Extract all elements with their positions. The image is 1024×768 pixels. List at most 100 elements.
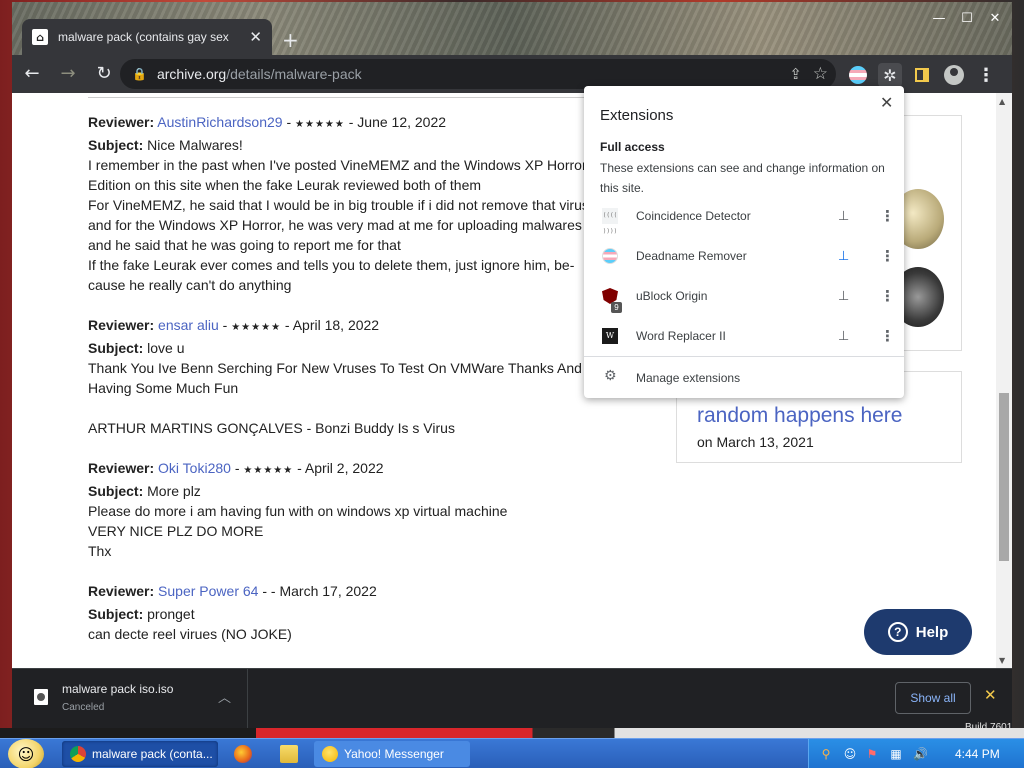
review-body-line: and he said that he was going to report … xyxy=(88,237,401,253)
reviewer-link[interactable]: AustinRichardson29 xyxy=(157,114,282,130)
reviews-container: Reviewer: AustinRichardson29 - ★★★★★ - J… xyxy=(88,112,628,668)
new-tab-button[interactable]: + xyxy=(282,28,299,52)
review-subject: More plz xyxy=(147,483,201,499)
download-item[interactable]: malware pack iso.iso Canceled ︿ xyxy=(12,669,248,728)
chevron-up-icon[interactable]: ︿ xyxy=(218,687,231,706)
close-downloads-bar-icon[interactable]: ✕ xyxy=(984,686,997,704)
more-options-icon[interactable]: ⋮ xyxy=(880,247,895,265)
review-body-line: For VineMEMZ, he said that I would be in… xyxy=(88,197,589,213)
address-bar[interactable]: 🔒 archive.org /details/malware-pack ⇪ ☆ xyxy=(120,59,836,89)
ublock-badge: 9 xyxy=(611,302,622,313)
review-separator: - xyxy=(230,460,244,476)
reviews-divider xyxy=(88,97,588,98)
extension-item-coincidence-detector[interactable]: (((( )))) Coincidence Detector ⊥ ⋮ xyxy=(584,196,904,236)
review-body-line: can decte reel virues (NO JOKE) xyxy=(88,626,292,642)
manage-extensions-label: Manage extensions xyxy=(636,371,741,385)
gear-icon: ⚙ xyxy=(604,368,617,384)
extension-item-ublock-origin[interactable]: 9 uBlock Origin ⊥ ⋮ xyxy=(584,276,904,316)
review-separator: - xyxy=(258,583,271,599)
reviewer-link[interactable]: Oki Toki280 xyxy=(158,460,231,476)
tab-close-icon[interactable]: ✕ xyxy=(249,28,262,46)
lock-icon[interactable]: 🔒 xyxy=(132,67,147,81)
related-item-link[interactable]: random happens here xyxy=(697,404,902,428)
pin-icon[interactable]: ⊥ xyxy=(838,289,849,304)
review-subject-line: Subject: Nice Malwares! xyxy=(88,135,628,155)
url-host: archive.org xyxy=(156,66,227,82)
scroll-up-icon[interactable]: ▲ xyxy=(999,97,1005,106)
reload-icon[interactable]: ↻ xyxy=(88,58,120,90)
taskbar-item-yahoo-messenger[interactable]: Yahoo! Messenger xyxy=(314,741,470,767)
flag-icon[interactable]: ⚑ xyxy=(865,747,879,761)
tab-active[interactable]: ⌂ malware pack (contains gay sex ✕ xyxy=(22,19,272,55)
menu-icon[interactable]: ⋮ xyxy=(974,63,998,87)
review-header: Reviewer: AustinRichardson29 - ★★★★★ - J… xyxy=(88,112,628,135)
search-icon[interactable]: ⚲ xyxy=(819,747,833,761)
review-date: - June 12, 2022 xyxy=(344,114,447,130)
system-tray: ⚲ ☺ ⚑ ▦ 🔊 4:44 PM xyxy=(808,739,1024,768)
pin-icon[interactable]: ⊥ xyxy=(838,329,849,344)
deadname-remover-toolbar-icon[interactable] xyxy=(846,63,870,87)
extension-name: Deadname Remover xyxy=(636,249,747,263)
extension-puzzle-icon[interactable]: ✲ xyxy=(878,63,902,87)
more-options-icon[interactable]: ⋮ xyxy=(880,287,895,305)
side-panel-glyph xyxy=(915,68,929,82)
messenger-tray-icon[interactable]: ☺ xyxy=(843,747,857,761)
review-body-line: cause he really can't do anything xyxy=(88,277,292,293)
review-date: - March 17, 2022 xyxy=(270,583,377,599)
pin-icon[interactable]: ⊥ xyxy=(838,209,849,224)
review-body-line: VERY NICE PLZ DO MORE xyxy=(88,523,264,539)
more-options-icon[interactable]: ⋮ xyxy=(880,327,895,345)
subject-label: Subject: xyxy=(88,606,144,622)
forward-icon[interactable]: → xyxy=(52,58,84,90)
clock[interactable]: 4:44 PM xyxy=(955,747,1000,761)
review-subject-line: Subject: love u xyxy=(88,338,628,358)
scroll-down-icon[interactable]: ▼ xyxy=(999,656,1005,665)
url-path: /details/malware-pack xyxy=(226,66,362,82)
extension-item-deadname-remover[interactable]: Deadname Remover ⊥ ⋮ xyxy=(584,236,904,276)
review-body-line: Please do more i am having fun with on w… xyxy=(88,503,508,519)
volume-icon[interactable]: 🔊 xyxy=(913,747,928,761)
review-body-line: I remember in the past when I've posted … xyxy=(88,157,587,173)
scrollbar-thumb[interactable] xyxy=(999,393,1009,561)
close-icon[interactable]: ✕ xyxy=(880,93,893,112)
reviewer-link[interactable]: ensar aliu xyxy=(158,317,219,333)
tab-title: malware pack (contains gay sex xyxy=(58,30,229,44)
back-icon[interactable]: ← xyxy=(16,58,48,90)
side-panel-icon[interactable] xyxy=(910,63,934,87)
start-button[interactable]: ☺ xyxy=(8,739,44,768)
review-stars: ★★★★★ xyxy=(243,465,294,476)
manage-extensions-button[interactable]: ⚙ Manage extensions xyxy=(584,359,904,397)
archive-favicon-icon: ⌂ xyxy=(32,29,48,45)
star-icon[interactable]: ☆ xyxy=(813,64,828,84)
network-icon[interactable]: ▦ xyxy=(889,747,903,761)
extension-name: uBlock Origin xyxy=(636,289,708,303)
share-icon[interactable]: ⇪ xyxy=(789,65,802,83)
firefox-icon[interactable] xyxy=(234,745,252,763)
extension-item-word-replacer[interactable]: W Word Replacer II ⊥ ⋮ xyxy=(584,316,904,356)
review-header: Reviewer: Oki Toki280 - ★★★★★ - April 2,… xyxy=(88,458,628,481)
chrome-icon xyxy=(70,746,86,762)
minimize-button[interactable]: — xyxy=(926,10,952,28)
close-window-button[interactable]: ✕ xyxy=(982,10,1008,28)
review-subject: Nice Malwares! xyxy=(147,137,243,153)
review-subject-line: Subject: pronget xyxy=(88,604,628,624)
folder-icon[interactable] xyxy=(280,745,298,763)
reviewer-link[interactable]: Super Power 64 xyxy=(158,583,258,599)
page-scrollbar[interactable]: ▲ ▼ xyxy=(996,93,1012,668)
browser-titlebar[interactable]: ⌂ malware pack (contains gay sex ✕ + — ☐… xyxy=(12,2,1012,58)
trans-flag-icon xyxy=(849,66,867,84)
pinned-icon[interactable]: ⊥ xyxy=(838,249,849,264)
help-button-label: Help xyxy=(915,623,949,641)
download-status: Canceled xyxy=(62,702,105,713)
help-button[interactable]: ? Help xyxy=(864,609,972,655)
more-options-icon[interactable]: ⋮ xyxy=(880,207,895,225)
subject-label: Subject: xyxy=(88,137,144,153)
reviewer-label: Reviewer: xyxy=(88,317,155,333)
taskbar-item-chrome[interactable]: malware pack (conta... xyxy=(62,741,218,767)
show-all-button[interactable]: Show all xyxy=(895,682,971,714)
maximize-button[interactable]: ☐ xyxy=(954,10,980,28)
review-date: - April 2, 2022 xyxy=(293,460,384,476)
extension-name: Word Replacer II xyxy=(636,329,726,343)
review-stars: ★★★★★ xyxy=(231,322,282,333)
profile-icon[interactable] xyxy=(942,63,966,87)
